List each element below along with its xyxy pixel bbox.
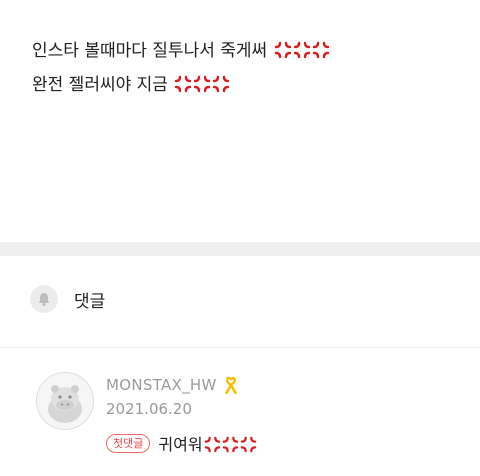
section-divider: [0, 242, 480, 256]
post-line-2: 완전 젤러씨야 지금: [32, 68, 460, 102]
anger-symbol-icon: [312, 41, 329, 59]
anger-symbol-icon: [204, 436, 220, 453]
hippo-avatar-icon[interactable]: [36, 372, 94, 430]
post-text-1: 인스타 볼때마다 질투나서 죽게써: [32, 41, 268, 61]
anger-symbol-icon: [293, 41, 310, 59]
post-line-1: 인스타 볼때마다 질투나서 죽게써: [32, 34, 460, 68]
comment-date: 2021.06.20: [106, 400, 192, 418]
first-comment-badge: 첫댓글: [106, 433, 151, 453]
anger-emoji-group: [273, 41, 330, 61]
comment-item: MONSTAX_HW 2021.06.20 첫댓글 귀여워: [36, 370, 476, 470]
comment-body-row: 첫댓글 귀여워: [106, 431, 257, 455]
bell-icon[interactable]: [30, 285, 58, 313]
anger-symbol-icon: [194, 75, 211, 93]
anger-symbol-icon: [213, 75, 230, 93]
post-body: 인스타 볼때마다 질투나서 죽게써 완전 젤러씨야 지금: [32, 34, 460, 102]
anger-symbol-icon: [274, 41, 291, 59]
comment-author[interactable]: MONSTAX_HW: [106, 376, 217, 394]
post-text-2: 완전 젤러씨야 지금: [32, 75, 168, 95]
anger-symbol-icon: [240, 436, 256, 453]
anger-emoji-group: [203, 435, 257, 454]
comments-divider: [0, 347, 480, 348]
anger-emoji-group: [173, 75, 230, 95]
anger-symbol-icon: [222, 436, 238, 453]
comment-text: 귀여워: [158, 431, 256, 455]
comments-header: 댓글: [30, 285, 105, 313]
yellow-ribbon-icon: [224, 376, 237, 394]
bell-glyph: [38, 293, 50, 306]
comment-author-row: MONSTAX_HW: [106, 376, 239, 394]
anger-symbol-icon: [175, 75, 192, 93]
comments-label: 댓글: [74, 291, 106, 312]
comment-text-content: 귀여워: [158, 435, 203, 454]
